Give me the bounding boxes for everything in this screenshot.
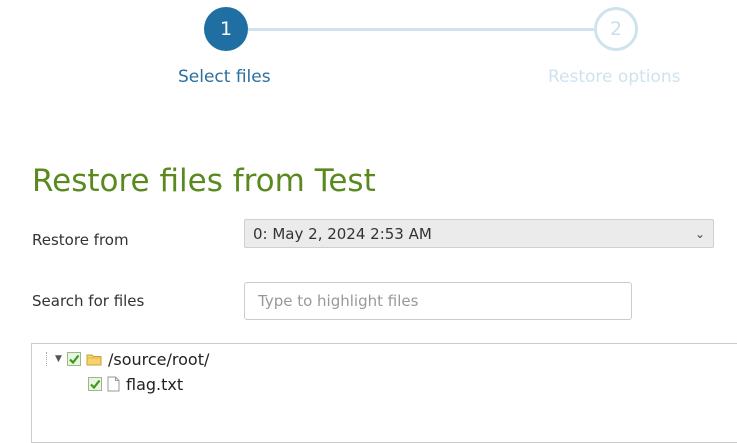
page-title: Restore files from Test (32, 163, 376, 199)
search-files-input[interactable] (244, 282, 632, 320)
tree-connector (46, 352, 53, 366)
tree-node-file[interactable]: flag.txt (88, 373, 183, 395)
expand-toggle-icon[interactable]: ▼ (55, 354, 67, 364)
step-1-number: 1 (219, 18, 233, 40)
tree-node-name[interactable]: flag.txt (126, 375, 183, 394)
restore-point-selected-value: 0: May 2, 2024 2:53 AM (253, 224, 432, 243)
tree-node-root[interactable]: ▼ /source/root/ (46, 348, 209, 370)
file-tree: ▼ /source/root/ flag.txt (31, 343, 737, 443)
restore-point-select[interactable]: 0: May 2, 2024 2:53 AM ⌄ (244, 219, 714, 248)
step-1-label: Select files (178, 67, 271, 87)
search-files-label: Search for files (32, 292, 145, 310)
tree-node-name[interactable]: /source/root/ (108, 350, 209, 369)
step-2-label: Restore options (548, 67, 681, 87)
step-1-indicator: 1 (204, 7, 248, 51)
file-icon (107, 376, 120, 392)
root-checkbox[interactable] (67, 352, 81, 366)
chevron-down-icon: ⌄ (694, 226, 705, 241)
wizard-stepper: 1 2 Select files Restore options (0, 0, 737, 110)
folder-icon (86, 353, 102, 366)
step-2-indicator: 2 (594, 7, 638, 51)
file-checkbox[interactable] (88, 377, 102, 391)
checkmark-icon (90, 379, 101, 390)
restore-from-label: Restore from (32, 231, 129, 249)
step-2-number: 2 (609, 18, 623, 40)
stepper-connector (248, 28, 594, 31)
checkmark-icon (69, 354, 80, 365)
